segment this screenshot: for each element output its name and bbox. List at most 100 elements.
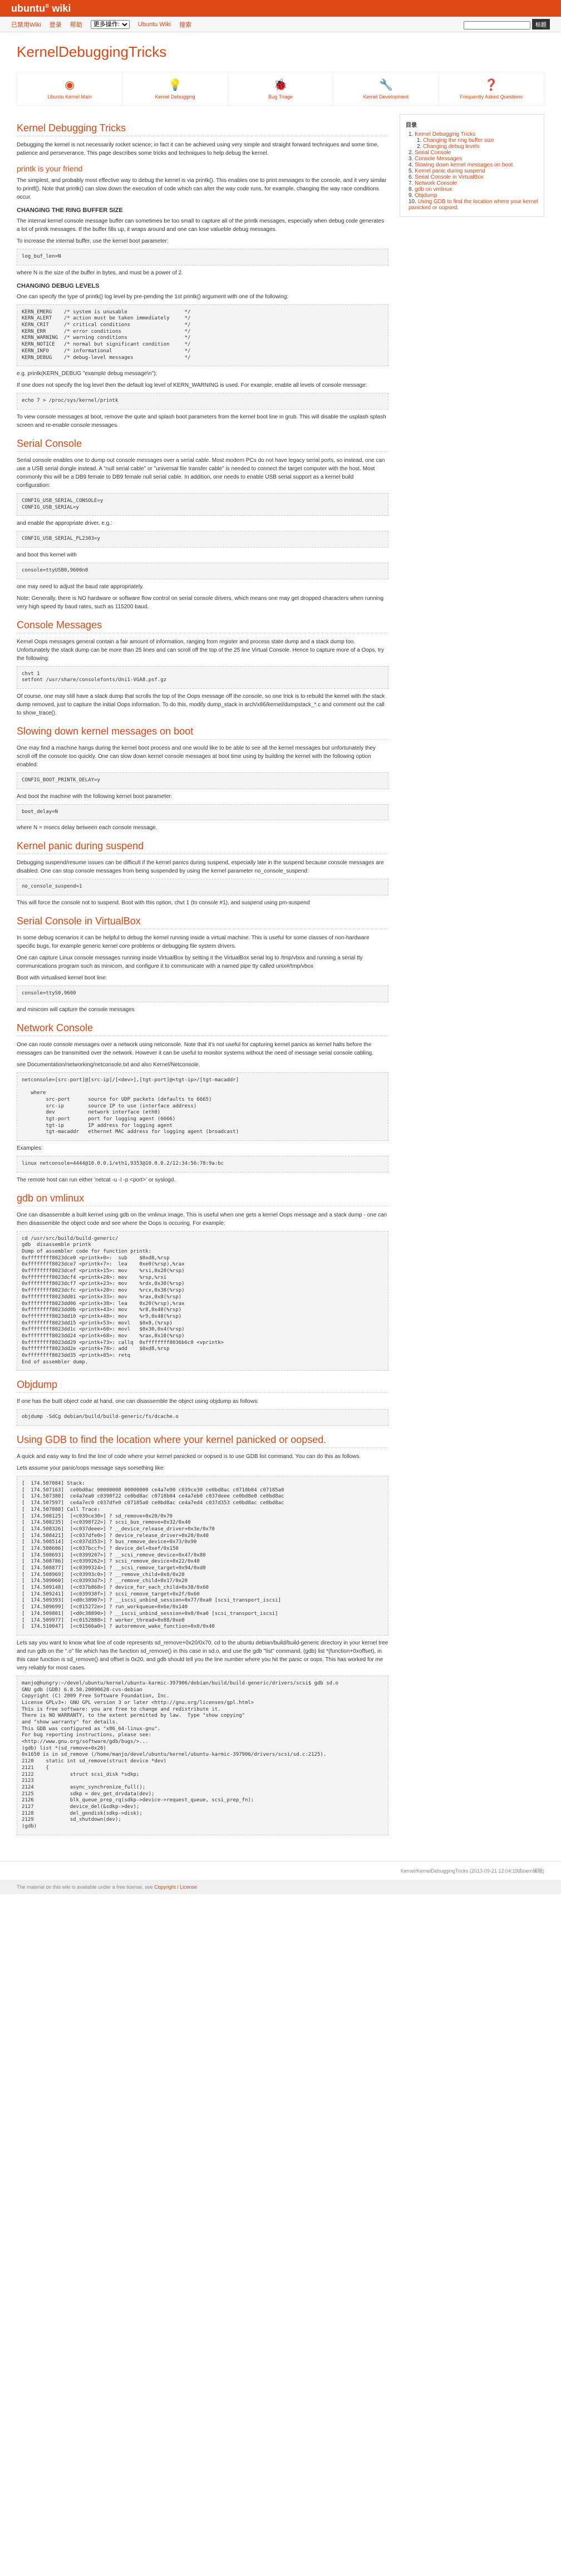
p: Kernel Oops messages general contain a f… (17, 638, 388, 663)
bug-icon: 🐞 (231, 78, 330, 92)
code: CONFIG_USB_SERIAL_PL2303=y (17, 531, 388, 548)
search-button[interactable]: 标题 (532, 19, 550, 29)
h-gdbfind: Using GDB to find the location where you… (17, 1434, 388, 1448)
dev-icon: 🔧 (336, 78, 435, 92)
code: CONFIG_USB_SERIAL_CONSOLE=y CONFIG_USB_S… (17, 493, 388, 516)
code: netconsole=[src-port]@[src-ip]/[<dev>],[… (17, 1072, 388, 1141)
p: Note: Generally, there is NO hardware or… (17, 594, 388, 611)
box-debugging[interactable]: 💡Kernel Debugging (122, 72, 228, 105)
p: see Documentation/networking/netconsole.… (17, 1061, 388, 1069)
topbar: ubuntu® wiki ubuntu.com Community Suppor… (0, 0, 561, 17)
code: boot_delay=N (17, 804, 388, 821)
license-footer: The material on this wiki is available u… (0, 1880, 561, 1894)
license-link[interactable]: Copyright / License (154, 1884, 197, 1890)
toc-title: 目录 (406, 120, 538, 129)
article-body: Kernel Debugging Tricks Debugging the ke… (17, 114, 388, 1839)
p: One can capture Linux console messages r… (17, 954, 388, 971)
p: one may need to adjust the baud rate app… (17, 583, 388, 591)
p: The remote host can run either 'netcat -… (17, 1176, 388, 1184)
h-printk: printk is your friend (17, 164, 388, 173)
p: Serial console enables one to dump out c… (17, 456, 388, 490)
p: In some debug scenarios it can be helpfu… (17, 934, 388, 950)
p: e.g. printk(KERN_DEBUG "example debug me… (17, 370, 388, 378)
toc-item[interactable]: Using GDB to find the location where you… (409, 199, 538, 211)
link-ubuntu[interactable]: ubuntu.com (435, 6, 464, 12)
top-links: ubuntu.com Community Support Partners (435, 6, 550, 12)
more-actions-select[interactable]: 更多操作: (91, 20, 130, 29)
code: no_console_suspend=1 (17, 879, 388, 895)
p: and enable the appropriate driver, e.g.: (17, 519, 388, 528)
p: Boot with virtualised kernel boot line: (17, 974, 388, 982)
p: This will force the console not to suspe… (17, 899, 388, 907)
nav-ubuntuwiki[interactable]: Ubuntu Wiki (138, 21, 171, 28)
p: One can disassemble a built kernel using… (17, 1211, 388, 1228)
box-bugtriage[interactable]: 🐞Bug Triage (228, 72, 333, 105)
p: One can specify the type of printk() log… (17, 293, 388, 301)
toc-item[interactable]: gdb on vmlinux (415, 186, 452, 193)
link-partners[interactable]: Partners (529, 6, 550, 12)
p: One can route console messages over a ne… (17, 1041, 388, 1057)
toc-item[interactable]: Changing the ring buffer size (423, 137, 494, 144)
code: cd /usr/src/build/build-generic/ gdb dis… (17, 1231, 388, 1371)
nav-help[interactable]: 帮助 (70, 20, 82, 29)
subbar: 已禁用Wiki 登录 帮助 更多操作: Ubuntu Wiki 搜索 标题 (0, 17, 561, 32)
h-vbox: Serial Console in VirtualBox (17, 915, 388, 929)
link-support[interactable]: Support (504, 6, 523, 12)
nav-disabled[interactable]: 已禁用Wiki (11, 20, 41, 29)
code: echo 7 > /proc/sys/kernel/printk (17, 393, 388, 410)
toc-item[interactable]: Serial Console in VirtualBox (415, 174, 484, 180)
box-faq[interactable]: ❓Frequently Asked Questions (439, 72, 544, 105)
code: chvt 1 setfont /usr/share/consolefonts/U… (17, 666, 388, 689)
faq-icon: ❓ (442, 78, 541, 92)
box-development[interactable]: 🔧Kernel Development (333, 72, 439, 105)
p: Examples: (17, 1144, 388, 1152)
h-debuglevels: CHANGING DEBUG LEVELS (17, 283, 388, 289)
h-serial: Serial Console (17, 438, 388, 452)
table-of-contents: 目录 Kernel Debugging Tricks Changing the … (400, 114, 544, 217)
h-slowing: Slowing down kernel messages on boot (17, 726, 388, 740)
h-ringbuffer: CHANGING THE RING BUFFER SIZE (17, 207, 388, 214)
toc-item[interactable]: Kernel panic during suspend (415, 168, 485, 174)
brand-logo: ubuntu® wiki (11, 3, 71, 14)
p: And boot the machine with the following … (17, 792, 388, 801)
p: Debugging the kernel is not necessarily … (17, 141, 388, 157)
bulb-icon: 💡 (125, 78, 224, 92)
p: Debugging suspend/resume issues can be d… (17, 859, 388, 875)
code: manjo@hungry:~/devel/ubuntu/kernel/ubunt… (17, 1676, 388, 1835)
h-console: Console Messages (17, 619, 388, 633)
p: Lets say you want to know what line of c… (17, 1639, 388, 1672)
search-input[interactable] (464, 21, 530, 29)
p: One may find a machine hangs during the … (17, 744, 388, 769)
toc-item[interactable]: Kernel Debugging Tricks (415, 131, 475, 137)
h-tricks: Kernel Debugging Tricks (17, 122, 388, 136)
nav-search[interactable]: 搜索 (179, 20, 191, 29)
p: The internal kernel console message buff… (17, 217, 388, 234)
p: If one does not specify the log level th… (17, 381, 388, 390)
toc-item[interactable]: Slowing down kernel messages on boot (415, 162, 513, 168)
toc-item[interactable]: Network Console (415, 180, 457, 186)
h-panic: Kernel panic during suspend (17, 840, 388, 854)
nav-login[interactable]: 登录 (50, 20, 62, 29)
toc-item[interactable]: Serial Console (415, 150, 451, 156)
code: CONFIG_BOOT_PRINTK_DELAY=y (17, 772, 388, 789)
h-gdb: gdb on vmlinux (17, 1193, 388, 1206)
code: console=ttyS0,9600 (17, 986, 388, 1002)
toc-item[interactable]: Changing debug levels (423, 144, 480, 150)
p: A quick and easy way to find the line of… (17, 1452, 388, 1461)
p: If one has the built object code at hand… (17, 1397, 388, 1406)
code: objdump -SdCg debian/build/build-generic… (17, 1409, 388, 1426)
toc-item[interactable]: Objdump (415, 193, 437, 199)
code: console=ttyUSB0,9600n8 (17, 563, 388, 579)
p: Lets assume your panic/oops message says… (17, 1464, 388, 1472)
search-box: 标题 (464, 19, 550, 29)
p: To view console messages at boot, remove… (17, 413, 388, 430)
box-kernel-main[interactable]: ◉Ubuntu Kernel Main (17, 72, 122, 105)
p: where N is the size of the buffer in byt… (17, 269, 388, 277)
link-community[interactable]: Community (470, 6, 499, 12)
p: and minicom will capture the console mes… (17, 1006, 388, 1014)
h-objdump: Objdump (17, 1379, 388, 1393)
code: [ 174.507084] Stack: [ 174.507163] ce0bd… (17, 1476, 388, 1636)
nav-boxes: ◉Ubuntu Kernel Main 💡Kernel Debugging 🐞B… (17, 72, 544, 106)
h-netconsole: Network Console (17, 1022, 388, 1036)
toc-item[interactable]: Console Messages (415, 156, 462, 162)
